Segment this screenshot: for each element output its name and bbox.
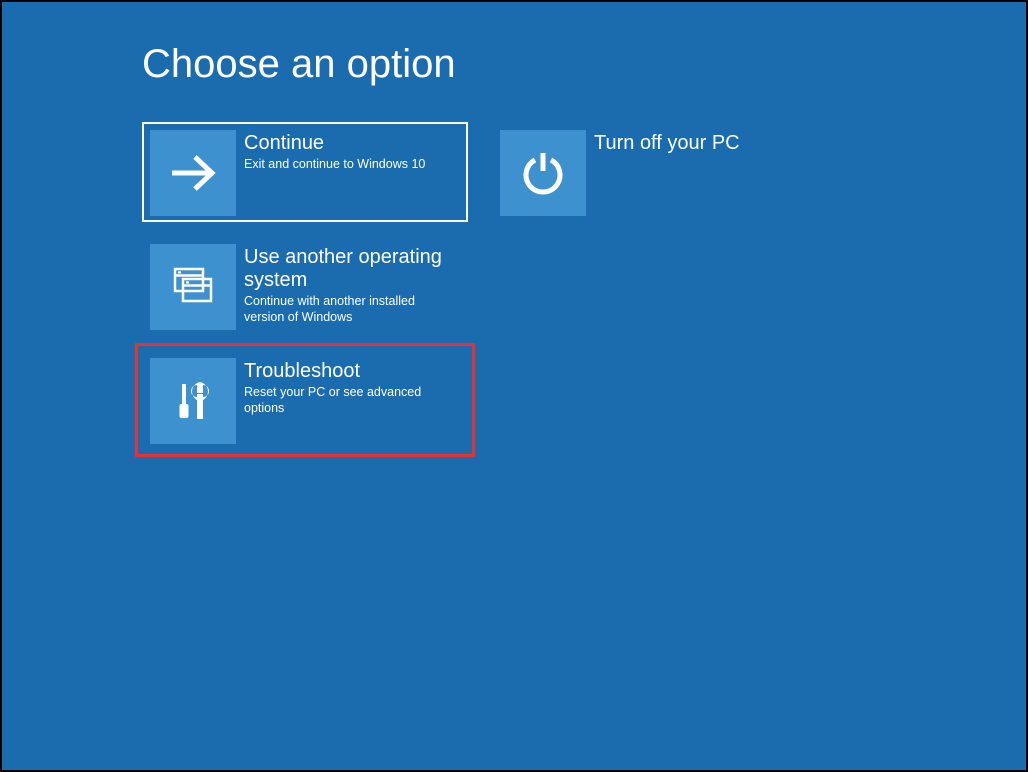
- tools-icon: [150, 358, 236, 444]
- continue-title: Continue: [244, 132, 425, 155]
- troubleshoot-title: Troubleshoot: [244, 360, 454, 383]
- turn-off-pc-option[interactable]: Turn off your PC: [492, 122, 818, 222]
- use-another-os-title: Use another operating system: [244, 246, 460, 292]
- troubleshoot-subtitle: Reset your PC or see advanced options: [244, 385, 454, 416]
- use-another-os-subtitle: Continue with another installed version …: [244, 294, 454, 325]
- page-title: Choose an option: [142, 42, 1026, 87]
- continue-subtitle: Exit and continue to Windows 10: [244, 157, 425, 173]
- troubleshoot-option[interactable]: Troubleshoot Reset your PC or see advanc…: [142, 350, 468, 450]
- windows-cascade-icon: [150, 244, 236, 330]
- power-icon: [500, 130, 586, 216]
- turn-off-title: Turn off your PC: [594, 132, 740, 155]
- arrow-right-icon: [150, 130, 236, 216]
- use-another-os-option[interactable]: Use another operating system Continue wi…: [142, 236, 468, 336]
- continue-option[interactable]: Continue Exit and continue to Windows 10: [142, 122, 468, 222]
